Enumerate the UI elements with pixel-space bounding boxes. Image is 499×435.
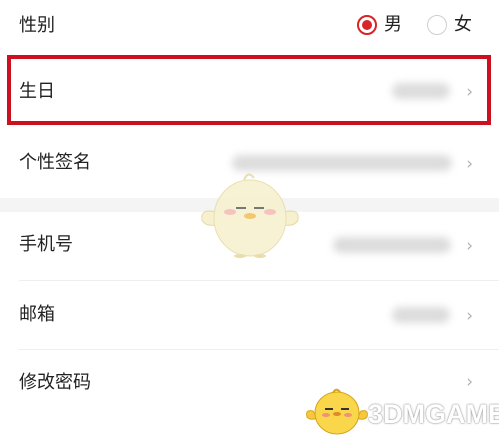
birthday-row[interactable]: 生日 › xyxy=(0,58,499,124)
chick-mascot-icon xyxy=(201,173,299,258)
phone-value-blurred xyxy=(333,237,451,253)
change-password-label: 修改密码 xyxy=(19,372,91,393)
chevron-right-icon: › xyxy=(466,82,473,102)
gender-label: 性别 xyxy=(19,15,55,36)
chick-mascot-icon xyxy=(306,388,368,435)
email-value-blurred xyxy=(392,307,450,323)
gender-option-female[interactable]: 女 xyxy=(427,12,477,40)
signature-label: 个性签名 xyxy=(19,152,91,173)
phone-label: 手机号 xyxy=(19,234,73,255)
chevron-right-icon: › xyxy=(466,372,473,392)
radio-checked-icon xyxy=(357,15,377,35)
email-label: 邮箱 xyxy=(19,304,55,325)
birthday-value-blurred xyxy=(392,83,450,99)
watermark-text: 3DMGAME xyxy=(368,399,499,429)
radio-unchecked-icon xyxy=(427,15,447,35)
chevron-right-icon: › xyxy=(466,306,473,326)
gender-option-male-label: 男 xyxy=(384,14,402,35)
birthday-label: 生日 xyxy=(19,81,55,102)
gender-option-female-label: 女 xyxy=(454,14,472,35)
gender-radio-group: 男 女 xyxy=(357,12,477,40)
gender-option-male[interactable]: 男 xyxy=(357,12,407,40)
email-row[interactable]: 邮箱 › xyxy=(0,281,499,349)
chevron-right-icon: › xyxy=(466,154,473,174)
chevron-right-icon: › xyxy=(466,236,473,256)
gender-row: 性别 男 女 xyxy=(0,0,499,52)
